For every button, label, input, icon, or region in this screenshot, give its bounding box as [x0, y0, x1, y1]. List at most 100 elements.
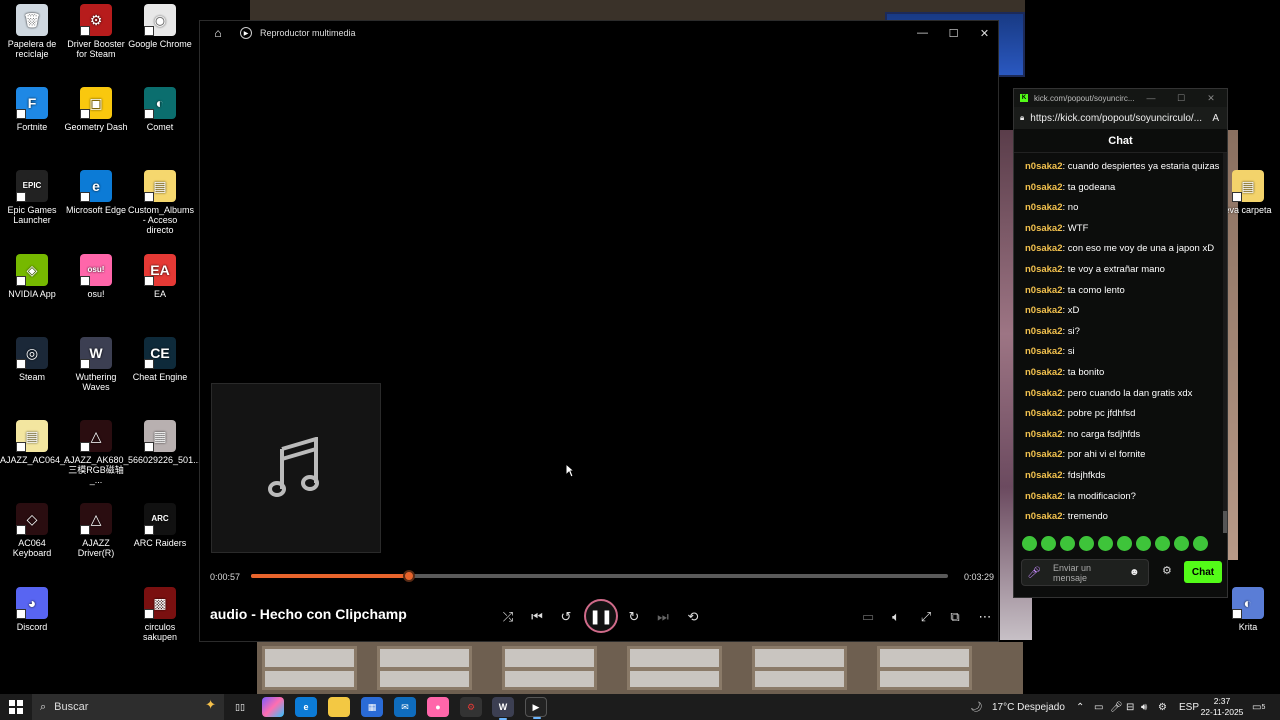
weather-text[interactable]: 17°C Despejado — [992, 694, 1065, 720]
emote-icon[interactable] — [1136, 536, 1151, 551]
desktop-icon[interactable]: 🗑 Papelera de reciclaje — [0, 4, 64, 59]
chat-username[interactable]: n0saka2 — [1025, 388, 1063, 399]
volume-tray-icon[interactable]: 🔊︎ — [1141, 694, 1147, 720]
desktop-icon[interactable]: ◐ Comet — [128, 87, 192, 132]
read-aloud-icon[interactable]: A — [1212, 113, 1219, 124]
desktop-icon[interactable]: ▤ Custom_Albums - Acceso directo — [128, 170, 194, 235]
tray-app-icon[interactable]: ▭ — [1094, 694, 1103, 720]
mic-tray-icon[interactable]: 🎤︎ — [1110, 694, 1123, 720]
seek-thumb[interactable] — [403, 570, 416, 582]
emote-icon[interactable] — [1060, 536, 1075, 551]
volume-icon[interactable]: 🔈︎ — [883, 604, 909, 630]
pause-button[interactable]: ❚❚ — [584, 599, 618, 633]
emoji-picker-icon[interactable]: ☻ — [1129, 567, 1140, 578]
chat-username[interactable]: n0saka2 — [1025, 470, 1063, 481]
desktop-icon[interactable]: e Microsoft Edge — [64, 170, 128, 215]
desktop-icon[interactable]: osu! osu! — [64, 254, 128, 299]
maximize-icon[interactable]: ☐ — [938, 21, 969, 45]
chat-close-icon[interactable]: ✕ — [1196, 89, 1226, 107]
chat-minimize-icon[interactable]: — — [1136, 89, 1166, 107]
desktop-icon[interactable]: ◇ AC064 Keyboard — [0, 503, 64, 558]
notification-icon[interactable]: ▭ 5 — [1252, 694, 1265, 720]
chat-username[interactable]: n0saka2 — [1025, 264, 1063, 275]
chat-username[interactable]: n0saka2 — [1025, 429, 1063, 440]
media-player-taskbar-icon[interactable]: ▶ — [525, 697, 547, 719]
desktop-icon[interactable]: ◕ Discord — [0, 587, 64, 632]
home-icon[interactable]: ⌂ — [210, 25, 226, 41]
chat-username[interactable]: n0saka2 — [1025, 223, 1063, 234]
chat-username[interactable]: n0saka2 — [1025, 182, 1063, 193]
chat-username[interactable]: n0saka2 — [1025, 491, 1063, 502]
seek-bar[interactable] — [251, 570, 948, 582]
desktop-icon[interactable]: ⚙ Driver Booster for Steam — [64, 4, 128, 59]
chat-username[interactable]: n0saka2 — [1025, 285, 1063, 296]
chat-scrollbar[interactable] — [1223, 153, 1227, 533]
close-icon[interactable]: ✕ — [969, 21, 1000, 45]
desktop-icon[interactable]: F Fortnite — [0, 87, 64, 132]
desktop-icon[interactable]: EA EA — [128, 254, 192, 299]
desktop-icon[interactable]: △ AJAZZ Driver(R) — [64, 503, 128, 558]
desktop-icon[interactable]: EPIC Epic Games Launcher — [0, 170, 64, 225]
next-icon[interactable]: ⏭ — [650, 604, 676, 630]
desktop-icon[interactable]: ▤ AJAZZ_AC064_... — [0, 420, 73, 465]
desktop-icon[interactable]: ◎ Steam — [0, 337, 64, 382]
show-hidden-icons[interactable]: ⌃ — [1076, 694, 1084, 720]
desktop-icon[interactable]: △ AJAZZ_AK680_三模RGB磁轴_... — [64, 420, 129, 485]
desktop-icon[interactable]: CE Cheat Engine — [128, 337, 192, 382]
chat-maximize-icon[interactable]: ☐ — [1166, 89, 1196, 107]
repeat-off-icon[interactable]: ⟲ — [680, 604, 706, 630]
desktop-icon[interactable]: ARC ARC Raiders — [128, 503, 192, 548]
microsoft-store-icon[interactable]: ▦ — [361, 697, 383, 717]
desktop-icon[interactable]: W Wuthering Waves — [64, 337, 128, 392]
emote-icon[interactable] — [1098, 536, 1113, 551]
shuffle-icon[interactable]: ⤮ — [495, 604, 521, 630]
copilot-spark-icon[interactable]: ✦ — [205, 697, 216, 713]
emote-icon[interactable] — [1155, 536, 1170, 551]
usb-tray-icon[interactable]: ⊟ — [1126, 694, 1134, 720]
more-options-icon[interactable]: ⋯ — [972, 604, 998, 630]
desktop-icon[interactable]: ▣ Geometry Dash — [64, 87, 128, 132]
chat-username[interactable]: n0saka2 — [1025, 408, 1063, 419]
desktop-icon[interactable]: ▩ circulos sakupen — [128, 587, 192, 642]
edge-taskbar-icon[interactable]: e — [295, 697, 317, 717]
outlook-icon[interactable]: ✉ — [394, 697, 416, 717]
chat-username[interactable]: n0saka2 — [1025, 305, 1063, 316]
emote-icon[interactable] — [1079, 536, 1094, 551]
taskbar-search[interactable]: ⌕ Buscar ✦ — [32, 694, 224, 720]
windows-start-icon[interactable] — [0, 694, 32, 720]
subtitles-icon[interactable]: ▭ — [855, 604, 881, 630]
emote-icon[interactable] — [1117, 536, 1132, 551]
chat-username[interactable]: n0saka2 — [1025, 346, 1063, 357]
desktop-icon[interactable]: ◉ Google Chrome — [128, 4, 192, 49]
chat-send-button[interactable]: Chat — [1184, 561, 1222, 583]
previous-icon[interactable]: ⏮ — [524, 604, 550, 630]
osu-taskbar-icon[interactable]: ● — [427, 697, 449, 717]
chat-username[interactable]: n0saka2 — [1025, 367, 1063, 378]
desktop-icon[interactable]: ▦ 566029226_501... — [128, 420, 201, 465]
task-view-icon[interactable]: ▯▯ — [229, 697, 251, 717]
chat-settings-icon[interactable]: ⚙ — [1162, 564, 1172, 577]
file-explorer-icon[interactable] — [328, 697, 350, 717]
chat-username[interactable]: n0saka2 — [1025, 243, 1063, 254]
minimize-icon[interactable]: — — [907, 21, 938, 45]
chat-username[interactable]: n0saka2 — [1025, 326, 1063, 337]
chat-username[interactable]: n0saka2 — [1025, 161, 1063, 172]
emote-icon[interactable] — [1041, 536, 1056, 551]
clock[interactable]: 2:37 22-11-2025 — [1200, 696, 1244, 718]
language-indicator[interactable]: ESP — [1179, 694, 1199, 720]
rewind-10-icon[interactable]: ↺ — [553, 604, 579, 630]
emote-icon[interactable] — [1193, 536, 1208, 551]
emote-icon[interactable] — [1174, 536, 1189, 551]
miniplayer-icon[interactable]: ⧉ — [942, 604, 968, 630]
forward-30-icon[interactable]: ↻ — [621, 604, 647, 630]
desktop-icon[interactable]: ◈ NVIDIA App — [0, 254, 64, 299]
chat-username[interactable]: n0saka2 — [1025, 202, 1063, 213]
wuthering-waves-taskbar-icon[interactable]: W — [492, 697, 514, 720]
fullscreen-icon[interactable]: ⤢ — [913, 604, 939, 630]
chat-input[interactable]: 🎤︎ Enviar un mensaje ☻ — [1021, 559, 1149, 586]
copilot-icon[interactable] — [262, 697, 284, 717]
url-bar[interactable]: 🔒︎ https://kick.com/popout/soyuncirculo/… — [1014, 107, 1227, 129]
chat-username[interactable]: n0saka2 — [1025, 511, 1063, 522]
weather-icon[interactable]: 🌙︎ — [970, 694, 983, 720]
network-tray-icon[interactable]: ⚙ — [1158, 694, 1167, 720]
